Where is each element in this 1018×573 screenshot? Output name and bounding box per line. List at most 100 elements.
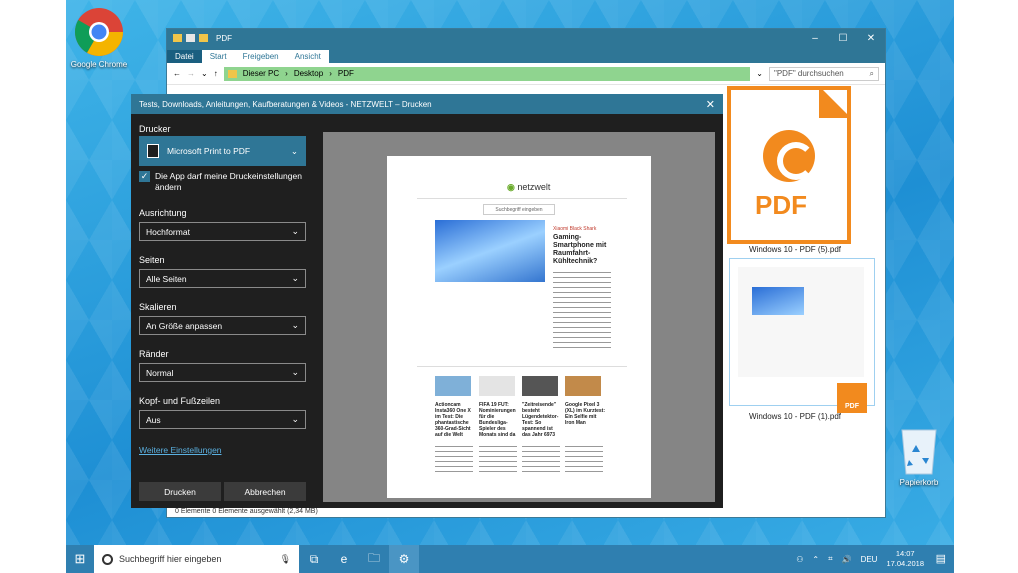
printer-select[interactable]: Microsoft Print to PDF ⌄ [139,136,306,166]
search-placeholder: "PDF" durchsuchen [774,69,844,78]
file-explorer-taskbar-icon[interactable]: 🗀 [359,545,389,573]
maximize-icon[interactable]: ☐ [829,29,857,47]
clock[interactable]: 14:07 17.04.2018 [886,549,924,569]
desktop-icon-recycle-bin[interactable]: Papierkorb [884,424,954,487]
pdf-thumbnail[interactable]: PDF [729,258,875,413]
windows-start-icon[interactable]: ⊞ [66,545,94,573]
time: 14:07 [895,549,915,558]
chevron-down-icon: ⌄ [291,273,299,283]
network-icon[interactable]: ⌗ [828,554,833,564]
orientation-value: Hochformat [146,226,190,237]
print-dialog-title: Tests, Downloads, Anleitungen, Kaufberat… [131,94,723,114]
headline: Gaming-Smartphone mit Raumfahrt-Kühltech… [553,234,607,265]
header-footer-select[interactable]: Aus ⌄ [139,410,306,429]
properties-icon[interactable] [186,34,195,42]
address-dropdown-icon[interactable]: ⌄ [756,69,763,78]
checkbox-checked-icon[interactable]: ✓ [139,171,150,182]
cancel-button[interactable]: Abbrechen [224,482,306,501]
tab-ansicht[interactable]: Ansicht [286,50,329,63]
folder-icon [227,69,237,78]
margins-value: Normal [146,367,174,378]
people-icon[interactable]: ⚇ [796,555,803,564]
foxit-pdf-icon[interactable]: PDF [727,86,851,244]
close-icon[interactable]: ✕ [706,98,715,111]
preview-page: ◉ netzwelt Suchbegriff eingeben Xiaomi B… [387,156,651,498]
scale-value: An Größe anpassen [146,320,223,331]
explorer-search-input[interactable]: "PDF" durchsuchen ⌕ [769,66,879,81]
printer-icon [147,144,159,158]
minimize-icon[interactable]: – [801,29,829,47]
card-image [435,376,471,396]
edge-icon[interactable]: e [329,545,359,573]
chevron-up-icon[interactable]: ⌃ [812,555,819,564]
more-settings-link[interactable]: Weitere Einstellungen [139,445,222,455]
explorer-titlebar[interactable]: PDF – ☐ ✕ [167,29,885,47]
print-button[interactable]: Drucken [139,482,221,501]
address-bar-row: ← → ⌄ ↑ Dieser PC › Desktop › PDF ⌄ "PDF… [167,63,885,85]
chevron-down-icon: ⌄ [291,414,299,424]
header-footer-value: Aus [146,414,161,425]
chrome-label: Google Chrome [70,60,128,69]
header-footer-label: Kopf- und Fußzeilen [139,396,221,406]
pdf-icon-text: PDF [755,190,807,220]
chevron-down-icon: ⌄ [290,145,298,156]
allow-app-checkbox-row[interactable]: ✓ Die App darf meine Druckeinstellungen … [139,171,305,193]
card-image [479,376,515,396]
pages-value: Alle Seiten [146,273,187,284]
volume-icon[interactable]: 🔊 [842,555,852,564]
card-title: Actioncam Insta360 One X im Test: Die ph… [435,402,471,438]
file-label-pdf-5[interactable]: Windows 10 - PDF (5).pdf [749,245,841,254]
card-title: FIFA 19 FUT: Nominierungen für die Bunde… [479,402,516,438]
taskbar-search[interactable]: Suchbegriff hier eingeben 🎙 [94,545,299,573]
back-icon[interactable]: ← [173,69,181,78]
taskbar: ⊞ Suchbegriff hier eingeben 🎙 ⧉ e 🗀 ⚙ ⚇ … [66,545,954,573]
address-bar[interactable]: Dieser PC › Desktop › PDF [223,66,751,81]
print-settings-panel: Drucker Microsoft Print to PDF ⌄ ✓ Die A… [131,114,313,508]
breadcrumb-this-pc[interactable]: Dieser PC [243,69,279,78]
card-title: Google Pixel 3 (XL) im Kurztest: Ein Sel… [565,402,605,426]
breadcrumb-pdf[interactable]: PDF [338,69,354,78]
tab-datei[interactable]: Datei [167,50,202,63]
margins-select[interactable]: Normal ⌄ [139,363,306,382]
scale-select[interactable]: An Größe anpassen ⌄ [139,316,306,335]
card-title: "Zeitreisende" besteht Lügendetektor-Tes… [522,402,559,438]
folder-icon [173,34,182,42]
margins-label: Ränder [139,349,169,359]
orientation-select[interactable]: Hochformat ⌄ [139,222,306,241]
cortana-icon [102,553,113,565]
system-tray: ⚇ ⌃ ⌗ 🔊 DEU 14:07 17.04.2018 [796,545,924,573]
forward-icon[interactable]: → [187,69,195,78]
date: 17.04.2018 [886,559,924,568]
ribbon-tabs: Datei Start Freigeben Ansicht [167,47,885,63]
explorer-title: PDF [216,33,232,43]
file-label-pdf-1[interactable]: Windows 10 - PDF (1).pdf [749,412,841,421]
pages-select[interactable]: Alle Seiten ⌄ [139,269,306,288]
up-icon[interactable]: ↑ [214,69,218,78]
pages-label: Seiten [139,255,165,265]
card-image [565,376,601,396]
breadcrumb-desktop[interactable]: Desktop [294,69,323,78]
allow-app-text: Die App darf meine Druckeinstellungen än… [155,171,302,192]
card-image [522,376,558,396]
new-folder-icon[interactable] [199,34,208,42]
action-center-icon[interactable]: ▤ [936,552,946,565]
tab-start[interactable]: Start [201,50,235,63]
netzwelt-logo: ◉ netzwelt [507,182,551,192]
printer-value: Microsoft Print to PDF [167,146,251,156]
settings-gear-icon[interactable]: ⚙ [389,545,419,573]
taskbar-search-placeholder: Suchbegriff hier eingeben [119,554,222,564]
mini-pdf-icon: PDF [837,383,867,413]
recent-chevron-icon[interactable]: ⌄ [201,69,208,78]
preview-search: Suchbegriff eingeben [483,204,555,215]
microphone-icon[interactable]: 🎙 [280,554,291,565]
recycle-bin-icon [901,429,937,475]
chevron-down-icon: ⌄ [291,367,299,377]
task-view-icon[interactable]: ⧉ [299,545,329,573]
desktop-icon-chrome[interactable]: Google Chrome [66,6,134,69]
chrome-icon [74,8,123,57]
tab-freigeben[interactable]: Freigeben [234,50,287,63]
close-icon[interactable]: ✕ [857,29,885,47]
search-icon: ⌕ [869,68,874,78]
language-indicator[interactable]: DEU [861,555,878,564]
print-dialog: Tests, Downloads, Anleitungen, Kaufberat… [131,94,723,508]
